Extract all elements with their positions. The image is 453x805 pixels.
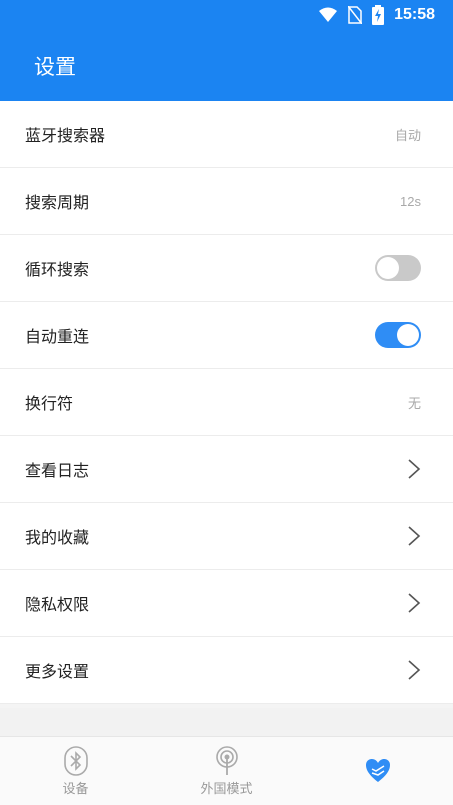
setting-label: 查看日志 xyxy=(25,461,90,480)
chevron-right-icon xyxy=(408,660,421,680)
setting-my-favorites[interactable]: 我的收藏 xyxy=(0,503,453,570)
setting-label: 隐私权限 xyxy=(25,595,90,614)
clock: 15:58 xyxy=(394,6,435,23)
page-title: 设置 xyxy=(34,54,76,79)
setting-search-period[interactable]: 搜索周期 12s xyxy=(0,168,453,235)
toggle-knob xyxy=(397,324,419,346)
auto-reconnect-toggle[interactable] xyxy=(375,322,421,348)
setting-bluetooth-searcher[interactable]: 蓝牙搜索器 自动 xyxy=(0,101,453,168)
nav-label: 外国模式 xyxy=(200,781,253,797)
heart-shield-icon xyxy=(365,759,390,782)
list-footer-spacer xyxy=(0,708,453,736)
loop-search-toggle[interactable] xyxy=(375,255,421,281)
setting-label: 换行符 xyxy=(25,394,74,413)
setting-label: 我的收藏 xyxy=(25,528,90,547)
app-header: 设置 xyxy=(0,30,453,101)
antenna-icon xyxy=(215,745,238,775)
bottom-nav: 设备 外国模式 xyxy=(0,736,453,805)
nav-tab-external-mode[interactable]: 外国模式 xyxy=(167,737,287,805)
setting-label: 蓝牙搜索器 xyxy=(25,126,106,145)
bluetooth-icon xyxy=(63,745,88,776)
setting-more-settings[interactable]: 更多设置 xyxy=(0,637,453,704)
status-bar: 15:58 xyxy=(0,0,453,30)
toggle-knob xyxy=(377,257,399,279)
nav-tab-settings[interactable] xyxy=(318,737,438,805)
setting-label: 更多设置 xyxy=(25,662,90,681)
chevron-right-icon xyxy=(408,526,421,546)
setting-label: 自动重连 xyxy=(25,327,90,346)
setting-value: 无 xyxy=(407,395,421,411)
setting-auto-reconnect: 自动重连 xyxy=(0,302,453,369)
wifi-icon xyxy=(318,7,338,23)
no-sim-icon xyxy=(348,6,363,24)
setting-line-break[interactable]: 换行符 无 xyxy=(0,369,453,436)
setting-view-log[interactable]: 查看日志 xyxy=(0,436,453,503)
setting-loop-search: 循环搜索 xyxy=(0,235,453,302)
setting-label: 搜索周期 xyxy=(25,193,90,212)
settings-list: 蓝牙搜索器 自动 搜索周期 12s 循环搜索 自动重连 换行符 无 查看日志 我… xyxy=(0,101,453,704)
chevron-right-icon xyxy=(408,593,421,613)
chevron-right-icon xyxy=(408,459,421,479)
setting-privacy-permissions[interactable]: 隐私权限 xyxy=(0,570,453,637)
nav-label: 设备 xyxy=(62,781,89,797)
setting-value: 自动 xyxy=(394,127,421,143)
battery-charging-icon xyxy=(372,5,385,25)
setting-label: 循环搜索 xyxy=(25,260,90,279)
nav-tab-devices[interactable]: 设备 xyxy=(16,737,136,805)
setting-value: 12s xyxy=(400,193,421,209)
